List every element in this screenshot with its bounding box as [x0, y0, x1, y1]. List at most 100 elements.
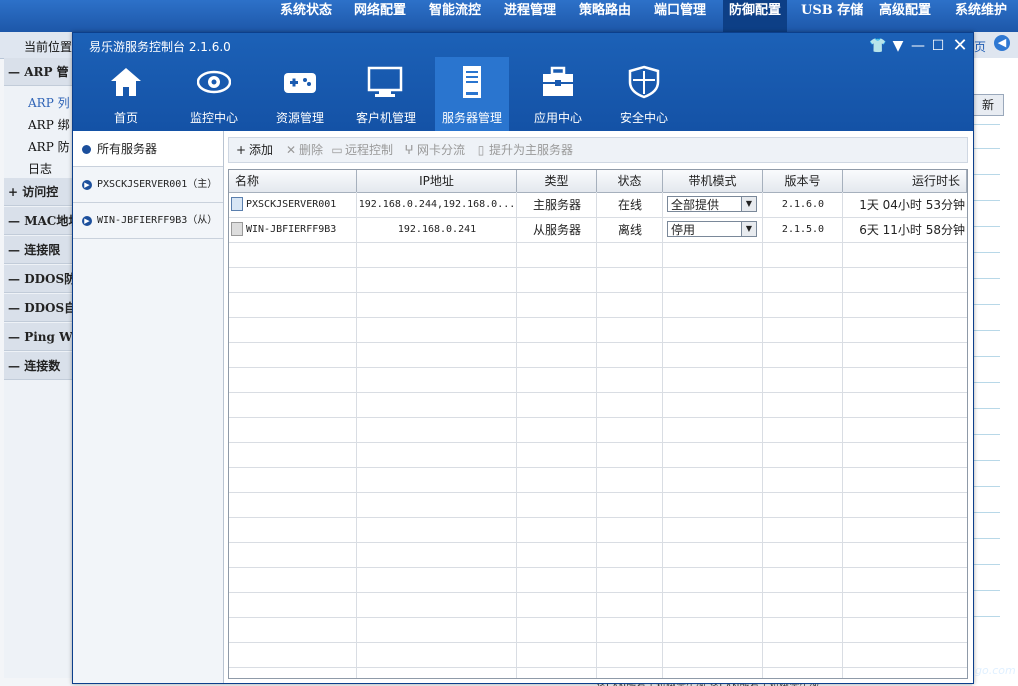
refresh-button[interactable]: 新: [972, 94, 1004, 116]
minimize-icon[interactable]: —: [909, 37, 927, 55]
nav-app-center[interactable]: 应用中心: [521, 57, 595, 131]
promote-label: 提升为主服务器: [489, 143, 574, 157]
sidebar-item-label: WIN-JBFIERFF9B3（从）: [97, 215, 218, 226]
sidebar-item-main-server[interactable]: ▶ PXSCKJSERVER001（主）: [73, 167, 223, 203]
col-type[interactable]: 类型: [517, 170, 597, 192]
menu-arp-defense[interactable]: ARP 防: [28, 138, 76, 155]
skin-icon[interactable]: 👕: [869, 37, 887, 55]
col-mode[interactable]: 带机模式: [663, 170, 763, 192]
window-header: 易乐游服务控制台 2.1.6.0 👕 ▼ — ☐ ✕ 首页 监控中心 资源管理 …: [73, 33, 973, 131]
nav-network-config[interactable]: 网络配置: [354, 0, 406, 32]
menu-connection-count[interactable]: — 连接数: [4, 352, 74, 380]
col-name[interactable]: 名称: [229, 170, 357, 192]
menu-arp-list[interactable]: ARP 列: [28, 94, 76, 111]
menu-mac[interactable]: — MAC地址: [4, 207, 74, 235]
remote-control-button[interactable]: ▭ 远程控制: [331, 138, 393, 162]
nav-security-label: 安全中心: [619, 111, 668, 125]
nav-flow-control[interactable]: 智能流控: [429, 0, 481, 32]
nav-security-center[interactable]: 安全中心: [607, 57, 681, 131]
menu-arp[interactable]: — ARP 管: [4, 58, 74, 86]
nav-system-maintenance[interactable]: 系统维护: [955, 0, 1007, 32]
grid-line: [972, 304, 1000, 305]
server-table: 名称 IP地址 类型 状态 带机模式 版本号 运行时长 PXSCKJSERVER…: [228, 169, 968, 679]
nav-process-mgmt[interactable]: 进程管理: [504, 0, 556, 32]
grid-line: [972, 512, 1000, 513]
delete-button[interactable]: ✕ 删除: [285, 138, 323, 162]
empty-row: [229, 543, 967, 568]
gamepad-icon: [284, 73, 316, 93]
empty-row: [229, 293, 967, 318]
nav-monitor-center[interactable]: 监控中心: [177, 57, 251, 131]
sidebar-item-slave-server[interactable]: ▶ WIN-JBFIERFF9B3（从）: [73, 203, 223, 239]
nav-policy-routing[interactable]: 策略路由: [579, 0, 631, 32]
row-uptime-cell: 6天 11小时 58分钟: [859, 223, 965, 237]
server-online-icon: [231, 197, 243, 211]
grid-line: [972, 200, 1000, 201]
grid-line: [972, 408, 1000, 409]
close-icon[interactable]: ✕: [951, 37, 969, 55]
back-arrow-icon[interactable]: ◀: [994, 35, 1010, 51]
promote-icon: ▯: [477, 143, 485, 157]
nav-server-mgmt[interactable]: 服务器管理: [435, 57, 509, 131]
nav-advanced-config[interactable]: 高级配置: [879, 0, 931, 32]
empty-row: [229, 368, 967, 393]
menu-access-control[interactable]: + 访问控: [4, 178, 74, 206]
breadcrumb: 当前位置: [24, 40, 73, 54]
nav-system-status[interactable]: 系统状态: [280, 0, 332, 32]
nav-server-label: 服务器管理: [441, 111, 502, 125]
menu-ddos-defense[interactable]: — DDOS防: [4, 265, 74, 293]
table-row[interactable]: PXSCKJSERVER001 192.168.0.244,192.168.0.…: [229, 193, 967, 218]
empty-row: [229, 318, 967, 343]
nic-icon: ⵖ: [404, 143, 414, 157]
menu-ddos-auto[interactable]: — DDOS自: [4, 294, 74, 322]
add-button[interactable]: + 添加: [235, 138, 273, 162]
grid-line: [972, 278, 1000, 279]
grid-line: [972, 538, 1000, 539]
promote-main-button[interactable]: ▯ 提升为主服务器: [475, 138, 573, 162]
table-row[interactable]: WIN-JBFIERFF9B3 192.168.0.241 从服务器 离线 停用…: [229, 218, 967, 243]
nav-port-mgmt[interactable]: 端口管理: [654, 0, 706, 32]
bullet-icon: [82, 145, 91, 154]
menu-connection-limit[interactable]: — 连接限: [4, 236, 74, 264]
toolbox-icon: [543, 66, 573, 96]
grid-line: [972, 356, 1000, 357]
nav-resource-mgmt[interactable]: 资源管理: [263, 57, 337, 131]
add-label: 添加: [249, 143, 274, 157]
chevron-down-icon: ▼: [741, 222, 756, 236]
empty-row: [229, 568, 967, 593]
col-uptime[interactable]: 运行时长: [843, 170, 967, 192]
remote-icon: ▭: [331, 143, 343, 157]
mode-select[interactable]: 全部提供 ▼: [667, 196, 757, 212]
col-status[interactable]: 状态: [597, 170, 663, 192]
sidebar-item-all-servers[interactable]: 所有服务器: [73, 131, 223, 167]
server-list-sidebar: 所有服务器 ▶ PXSCKJSERVER001（主） ▶ WIN-JBFIERF…: [73, 131, 224, 683]
home-link[interactable]: 页: [974, 38, 986, 55]
background-left-menu: — ARP 管 ARP 列 ARP 绑 ARP 防 日志 + 访问控 — MAC…: [4, 58, 75, 678]
nav-resource-label: 资源管理: [275, 111, 324, 125]
row-version-cell: 2.1.6.0: [781, 199, 825, 210]
nic-split-button[interactable]: ⵖ 网卡分流: [403, 138, 465, 162]
nav-client-mgmt[interactable]: 客户机管理: [347, 57, 425, 131]
empty-row: [229, 468, 967, 493]
menu-arp-bind[interactable]: ARP 绑: [28, 116, 76, 133]
server-console-window: 易乐游服务控制台 2.1.6.0 👕 ▼ — ☐ ✕ 首页 监控中心 资源管理 …: [72, 32, 974, 684]
sidebar-item-label: 所有服务器: [97, 142, 158, 156]
empty-row: [229, 243, 967, 268]
mode-select[interactable]: 停用 ▼: [667, 221, 757, 237]
grid-line: [972, 486, 1000, 487]
row-name-cell: PXSCKJSERVER001: [231, 193, 355, 217]
nav-usb-storage[interactable]: USB 存储: [801, 0, 863, 32]
row-ip-cell: 192.168.0.244,192.168.0...: [358, 199, 516, 210]
col-version[interactable]: 版本号: [763, 170, 843, 192]
nav-home[interactable]: 首页: [89, 57, 163, 131]
menu-ping[interactable]: — Ping W: [4, 323, 74, 351]
x-icon: ✕: [285, 143, 297, 157]
maximize-icon[interactable]: ☐: [929, 37, 947, 55]
nav-defense-config[interactable]: 防御配置: [723, 0, 788, 32]
dropdown-menu-icon[interactable]: ▼: [889, 37, 907, 55]
menu-log[interactable]: 日志: [28, 160, 76, 177]
nav-home-label: 首页: [113, 111, 138, 125]
shield-icon: [628, 65, 660, 99]
empty-row: [229, 268, 967, 293]
col-ip[interactable]: IP地址: [357, 170, 517, 192]
